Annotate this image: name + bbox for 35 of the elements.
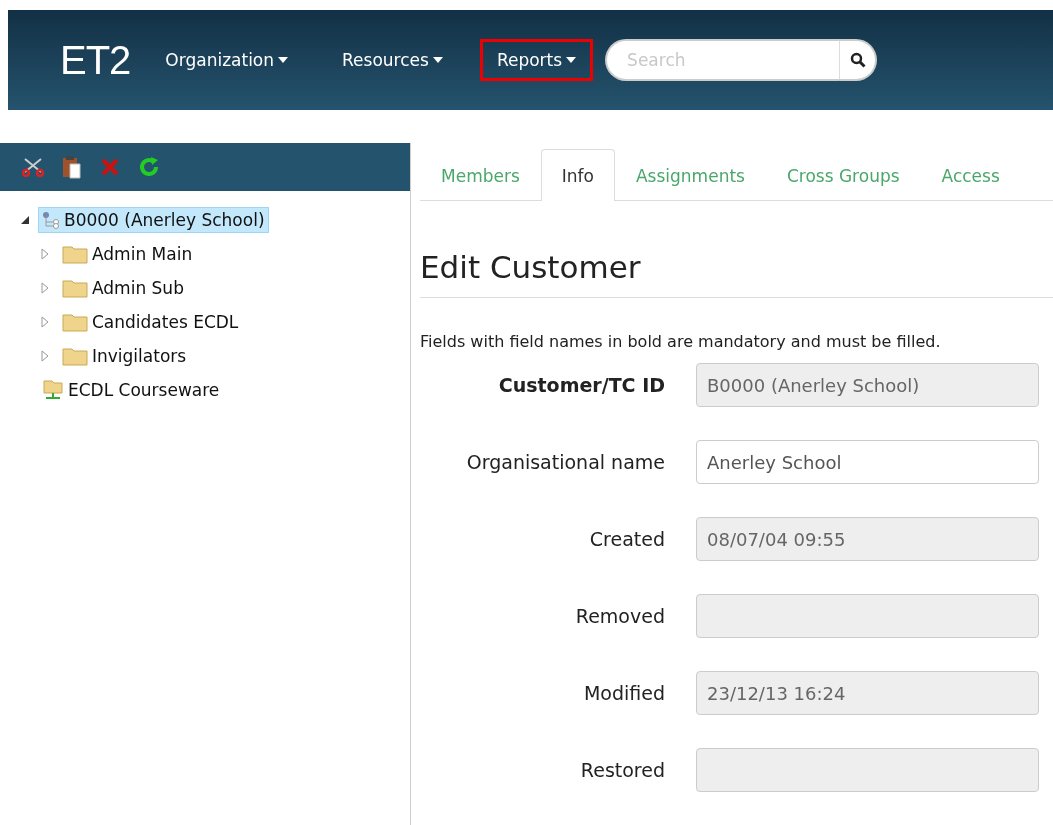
folder-icon — [62, 278, 88, 298]
field-label: Created — [588, 528, 665, 550]
scissors-icon[interactable] — [22, 157, 44, 177]
tree-item[interactable]: B0000 (Anerley School) — [38, 207, 269, 233]
folder-icon — [62, 244, 88, 264]
tree-item[interactable]: Admin Main — [58, 241, 197, 267]
logo: ET2 — [60, 37, 131, 83]
caret-icon — [278, 57, 289, 63]
nav-menu[interactable]: Resources — [325, 39, 460, 81]
folder-icon — [62, 312, 88, 332]
caret-icon — [566, 57, 577, 63]
hierarchy-icon — [42, 211, 60, 229]
field-label: Customer/TC ID — [497, 374, 665, 396]
folder-icon — [62, 346, 88, 366]
field-label: Removed — [574, 605, 665, 627]
input-field[interactable]: Anerley School — [696, 440, 1039, 484]
page-heading: Edit Customer — [420, 249, 1053, 298]
clipboard-icon[interactable] — [62, 155, 82, 179]
tree-item[interactable]: Invigilators — [58, 343, 191, 369]
caret-icon — [432, 57, 443, 63]
tree-item[interactable]: ECDL Courseware — [38, 376, 224, 404]
field-label: Organisational name — [465, 451, 665, 473]
instruction-text: Fields with field names in bold are mandatory and must be filled. — [420, 332, 942, 351]
search-icon — [849, 52, 866, 68]
tab[interactable]: Info — [540, 149, 615, 201]
field-label: Restored — [579, 759, 665, 781]
refresh-icon[interactable] — [138, 156, 160, 178]
delete-icon[interactable] — [100, 157, 120, 177]
tree-item[interactable]: Admin Sub — [58, 275, 188, 301]
search-button[interactable] — [839, 39, 878, 81]
nav-menu[interactable]: Organization — [148, 39, 306, 81]
tree-item[interactable]: Candidates ECDL — [58, 309, 243, 335]
nav-menu[interactable]: Reports — [479, 39, 594, 81]
field-label: Modified — [582, 682, 665, 704]
network-folder-icon — [42, 379, 64, 401]
